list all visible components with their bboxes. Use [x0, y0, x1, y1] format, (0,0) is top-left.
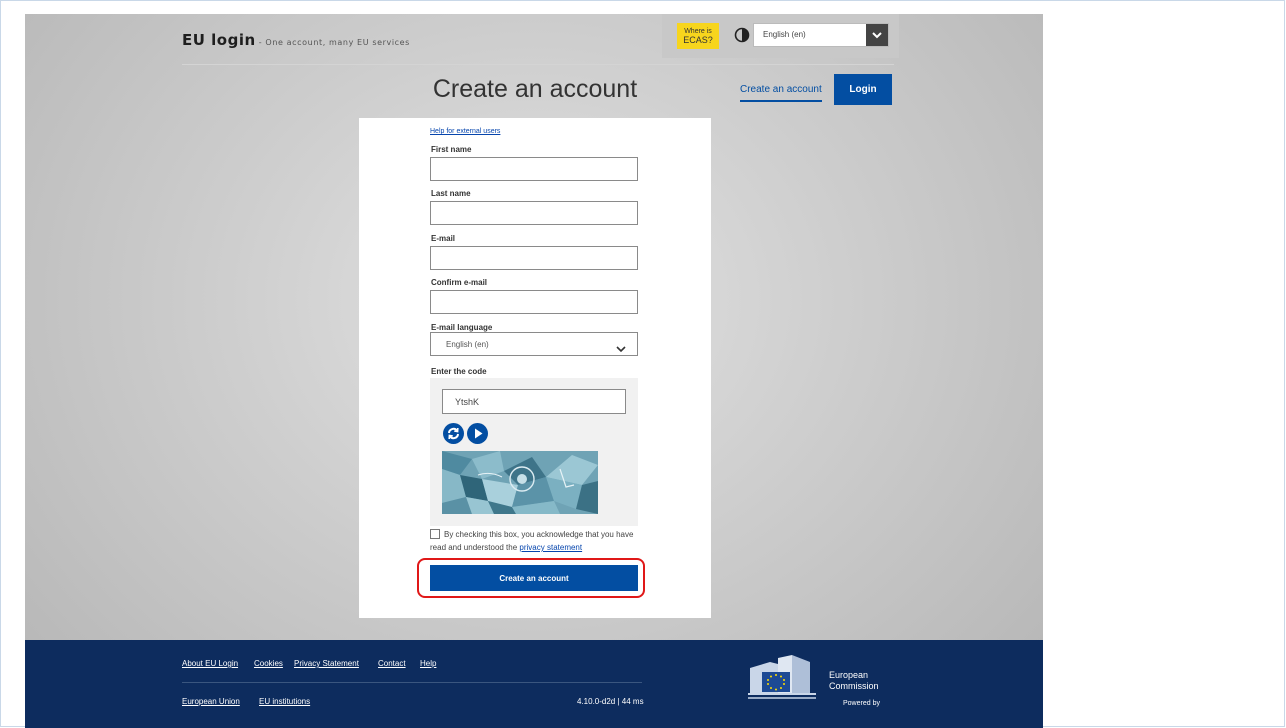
- tab-create-account[interactable]: Create an account: [740, 84, 822, 102]
- first-name-field[interactable]: [430, 157, 638, 181]
- ec-line2: Commission: [829, 681, 879, 691]
- chevron-down-icon: [866, 24, 888, 46]
- version-info: 4.10.0-d2d | 44 ms: [577, 697, 644, 706]
- email-language-select[interactable]: English (en): [430, 332, 638, 356]
- footer-link-about[interactable]: About EU Login: [182, 659, 238, 668]
- registration-form: Help for external users First name Last …: [359, 118, 711, 618]
- code-label: Enter the code: [431, 367, 487, 376]
- european-commission-logo: [748, 654, 816, 700]
- last-name-label: Last name: [431, 189, 471, 198]
- captcha-code-field[interactable]: [442, 389, 626, 414]
- first-name-label: First name: [431, 145, 472, 154]
- footer-link-contact[interactable]: Contact: [378, 659, 406, 668]
- captcha-image: [442, 451, 598, 514]
- footer: About EU Login Cookies Privacy Statement…: [25, 640, 1043, 728]
- login-button[interactable]: Login: [834, 74, 892, 105]
- footer-link-cookies[interactable]: Cookies: [254, 659, 283, 668]
- eu-login-page: EU login - One account, many EU services…: [25, 14, 1043, 728]
- email-field[interactable]: [430, 246, 638, 270]
- help-external-users-link[interactable]: Help for external users: [430, 128, 500, 135]
- european-commission-wordmark: European Commission: [829, 670, 879, 692]
- create-account-button[interactable]: Create an account: [430, 565, 638, 591]
- page-title: Create an account: [432, 75, 638, 103]
- where-is-ecas-button[interactable]: Where is ECAS?: [677, 23, 719, 49]
- footer-divider: [182, 682, 642, 683]
- powered-by: Powered by: [843, 700, 880, 707]
- email-language-label: E-mail language: [431, 323, 493, 332]
- brand: EU login - One account, many EU services: [182, 31, 410, 50]
- contrast-icon[interactable]: [734, 27, 750, 43]
- chevron-down-icon: [616, 340, 626, 353]
- ecas-line2: ECAS?: [683, 35, 713, 45]
- brand-title: EU login: [182, 31, 256, 49]
- privacy-statement-link[interactable]: privacy statement: [519, 543, 582, 552]
- ec-line1: European: [829, 670, 869, 680]
- privacy-consent-text: By checking this box, you acknowledge th…: [430, 528, 640, 554]
- confirm-email-field[interactable]: [430, 290, 638, 314]
- footer-link-eu-institutions[interactable]: EU institutions: [259, 697, 310, 706]
- email-label: E-mail: [431, 234, 456, 243]
- captcha-panel: [430, 378, 638, 526]
- footer-link-help[interactable]: Help: [420, 659, 436, 668]
- language-select[interactable]: English (en): [753, 23, 889, 47]
- confirm-email-label: Confirm e-mail: [431, 278, 488, 287]
- brand-tagline: - One account, many EU services: [255, 38, 410, 47]
- language-select-value: English (en): [763, 30, 806, 39]
- header-divider: [182, 64, 894, 65]
- refresh-icon[interactable]: [443, 423, 464, 444]
- last-name-field[interactable]: [430, 201, 638, 225]
- play-audio-icon[interactable]: [467, 423, 488, 444]
- footer-link-privacy-statement[interactable]: Privacy Statement: [294, 659, 359, 668]
- email-language-value: English (en): [446, 340, 489, 349]
- footer-link-european-union[interactable]: European Union: [182, 697, 240, 706]
